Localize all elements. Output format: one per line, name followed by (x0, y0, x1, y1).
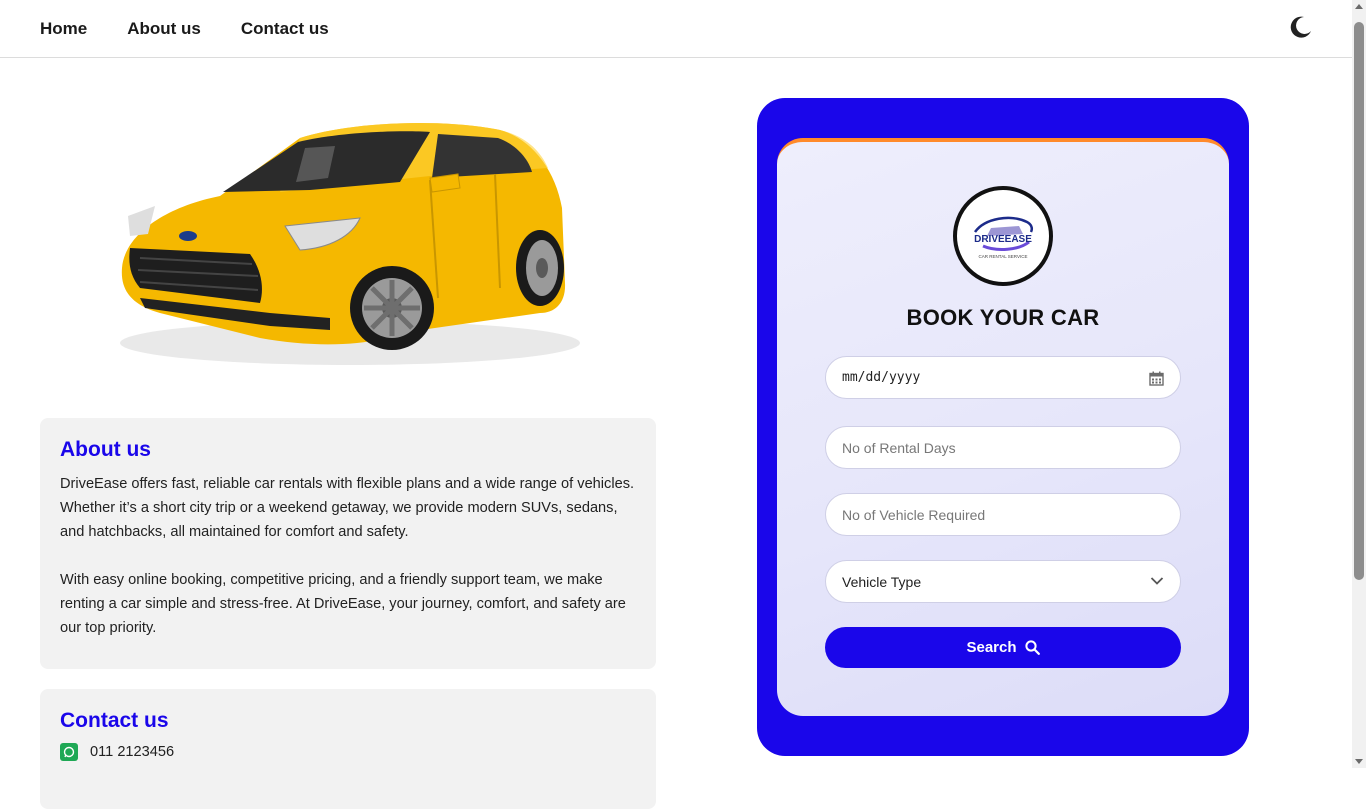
about-paragraph-2: With easy online booking, competitive pr… (60, 572, 626, 636)
top-navbar: Home About us Contact us (0, 0, 1352, 58)
nav-home-link[interactable]: Home (40, 19, 87, 39)
logo-subtext: CAR RENTAL SERVICE (979, 254, 1028, 259)
pickup-date-input[interactable]: mm/dd/yyyy (825, 356, 1181, 399)
scroll-thumb[interactable] (1354, 22, 1364, 580)
nav-links: Home About us Contact us (40, 19, 329, 39)
vehicle-count-input[interactable] (825, 493, 1181, 536)
logo-text: DRIVEEASE (974, 234, 1032, 245)
contact-phone[interactable]: 011 2123456 (90, 744, 174, 760)
booking-title: BOOK YOUR CAR (906, 305, 1100, 330)
moon-icon[interactable] (1288, 14, 1314, 40)
whatsapp-icon (60, 743, 78, 761)
contact-card: Contact us 011 2123456 (40, 689, 656, 809)
chevron-down-icon (1150, 577, 1164, 585)
vehicle-type-select[interactable]: Vehicle Type (825, 560, 1181, 603)
date-placeholder: mm/dd/yyyy (842, 370, 921, 385)
hero-car-image (100, 108, 580, 373)
driveease-logo: DRIVEEASE CAR RENTAL SERVICE (953, 186, 1053, 286)
booking-panel: DRIVEEASE CAR RENTAL SERVICE BOOK YOUR C… (757, 98, 1249, 756)
nav-contact-link[interactable]: Contact us (241, 19, 329, 39)
scroll-up-arrow-icon[interactable] (1355, 4, 1363, 9)
search-button[interactable]: Search (825, 627, 1181, 668)
search-button-label: Search (966, 639, 1017, 656)
search-icon (1024, 640, 1040, 655)
vehicle-type-value: Vehicle Type (842, 573, 922, 590)
about-card: About us DriveEase offers fast, reliable… (40, 418, 656, 669)
nav-about-link[interactable]: About us (127, 19, 201, 39)
calendar-icon[interactable] (1149, 371, 1164, 386)
scroll-down-arrow-icon[interactable] (1355, 759, 1363, 764)
page-scrollbar[interactable] (1352, 0, 1366, 768)
contact-title: Contact us (60, 709, 169, 732)
contact-phone-row: 011 2123456 (60, 743, 636, 761)
rental-days-input[interactable] (825, 426, 1181, 469)
about-paragraph-1: DriveEase offers fast, reliable car rent… (60, 476, 635, 540)
about-title: About us (60, 438, 151, 461)
booking-form: DRIVEEASE CAR RENTAL SERVICE BOOK YOUR C… (777, 138, 1229, 716)
